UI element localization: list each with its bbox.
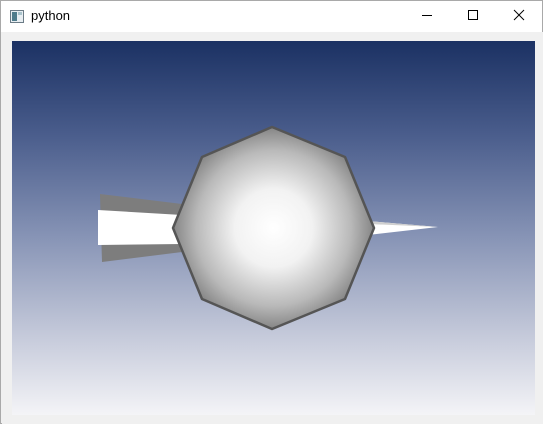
scene-canvas bbox=[98, 125, 438, 331]
render-viewport[interactable] bbox=[12, 41, 535, 415]
maximize-icon bbox=[467, 8, 479, 26]
app-window: python bbox=[0, 0, 543, 424]
client-area bbox=[2, 32, 543, 424]
python-app-icon bbox=[10, 10, 24, 23]
maximize-button[interactable] bbox=[450, 1, 496, 32]
octagon-sphere bbox=[171, 125, 376, 331]
minimize-button[interactable] bbox=[404, 1, 450, 32]
close-button[interactable] bbox=[496, 1, 542, 32]
minimize-icon bbox=[421, 8, 433, 26]
window-title: python bbox=[31, 8, 71, 23]
cone-right bbox=[368, 221, 438, 235]
cone-left bbox=[98, 194, 182, 262]
title-bar[interactable]: python bbox=[1, 1, 542, 32]
close-icon bbox=[513, 8, 525, 26]
